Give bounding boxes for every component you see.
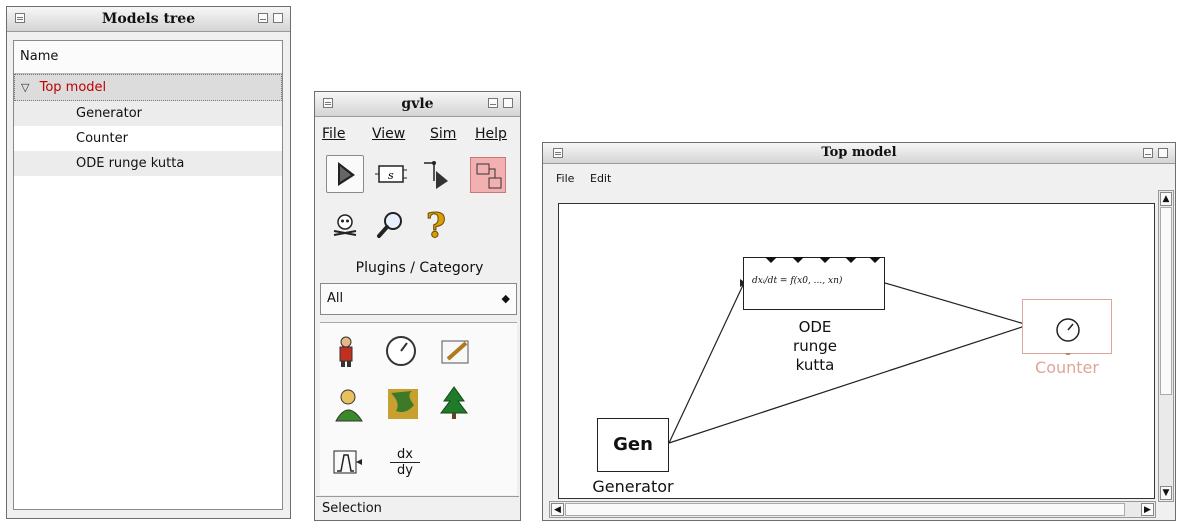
derivative-icon: dx dy [390, 447, 420, 478]
top-model-titlebar[interactable]: Top model [543, 143, 1175, 164]
maximize-icon[interactable] [503, 98, 513, 108]
tree-item-generator[interactable]: Generator [14, 101, 282, 126]
delete-tool-button[interactable] [326, 205, 364, 243]
gvle-menubar: File View Sim Help [322, 126, 517, 146]
menu-sim[interactable]: Sim [430, 126, 456, 142]
coupled-model-tool-button[interactable] [470, 157, 506, 193]
generator-model-label: Generator [592, 477, 674, 496]
models-tree-list: Name ▽ Top model Generator Counter ODE r… [13, 40, 283, 510]
tree-item-label: ODE runge kutta [76, 156, 185, 171]
add-model-tool-button[interactable]: s [372, 155, 410, 193]
ode-model-label: ODE runge kutta [793, 318, 837, 374]
input-ports [765, 257, 881, 263]
skull-icon [333, 214, 357, 236]
horizontal-scrollbar[interactable]: ◀ ▶ [549, 501, 1156, 518]
maximize-icon[interactable] [273, 13, 283, 23]
maximize-icon[interactable] [1158, 148, 1168, 158]
scroll-up-arrow[interactable]: ▲ [1160, 192, 1172, 206]
plugins-category-label: Plugins / Category [355, 260, 484, 276]
menu-view[interactable]: View [372, 126, 405, 142]
category-select-value: All [327, 291, 344, 306]
plugin-palette: dx dy [320, 322, 517, 495]
minimize-icon[interactable] [258, 13, 268, 23]
add-link-tool-button[interactable] [418, 155, 456, 193]
add-link-icon [424, 161, 448, 189]
spinner-arrows-icon[interactable]: ◆ [502, 284, 510, 314]
signal-icon [333, 450, 362, 474]
counter-model-node[interactable] [1022, 299, 1112, 357]
tree-item-counter[interactable]: Counter [14, 126, 282, 151]
horizontal-scroll-thumb[interactable] [565, 503, 1125, 516]
question-icon: ? [426, 206, 447, 247]
tree-item-label: Generator [76, 106, 143, 121]
tree-item-label: Top model [39, 80, 107, 95]
arrow-select-icon [338, 162, 355, 186]
select-tool-button[interactable] [326, 155, 364, 193]
vertical-scroll-thumb[interactable] [1160, 207, 1172, 395]
generator-model-node[interactable]: Gen [597, 418, 669, 472]
scroll-down-arrow[interactable]: ▼ [1160, 486, 1172, 500]
help-tool-button[interactable]: ? [418, 203, 456, 247]
zoom-icon [377, 212, 402, 238]
person-icon [339, 336, 353, 367]
zoom-tool-button[interactable] [372, 205, 410, 243]
scroll-right-arrow[interactable]: ▶ [1141, 503, 1154, 516]
derivative-bottom: dy [397, 463, 413, 478]
farmer-icon [335, 389, 363, 422]
svg-text:s: s [388, 169, 394, 182]
menu-file[interactable]: File [556, 172, 574, 185]
top-model-menubar: File Edit [556, 172, 676, 188]
coupled-model-icon [476, 163, 502, 189]
tree-icon [440, 386, 468, 419]
map-icon [388, 389, 418, 419]
counter-model-label: Counter [1035, 358, 1099, 377]
svg-text:?: ? [426, 206, 446, 243]
clock-icon [386, 336, 416, 366]
menu-file[interactable]: File [322, 126, 345, 142]
ode-model-node[interactable]: dxᵢ/dt = f(x0, ..., xn) [743, 257, 885, 310]
category-select[interactable]: All ◆ [320, 283, 517, 315]
menu-help[interactable]: Help [475, 126, 507, 142]
expander-triangle-icon[interactable]: ▽ [21, 81, 29, 94]
vertical-scrollbar[interactable]: ▲ ▼ [1158, 190, 1174, 502]
notepad-icon [441, 340, 469, 364]
models-tree-titlebar[interactable]: Models tree [7, 7, 290, 32]
gvle-titlebar[interactable]: gvle [315, 92, 520, 117]
minimize-icon[interactable] [488, 98, 498, 108]
minimize-icon[interactable] [1143, 148, 1153, 158]
column-header-name[interactable]: Name [14, 41, 282, 74]
derivative-top: dx [390, 447, 420, 463]
models-tree-title: Models tree [101, 11, 196, 27]
ode-formula: dxᵢ/dt = f(x0, ..., xn) [752, 276, 843, 286]
tree-item-top-model[interactable]: ▽ Top model [14, 74, 282, 101]
tree-item-label: Counter [76, 131, 128, 146]
scroll-left-arrow[interactable]: ◀ [551, 503, 564, 516]
generator-box-label: Gen [613, 434, 653, 455]
status-bar: Selection [316, 496, 519, 520]
add-model-icon: s [375, 165, 407, 183]
tree-item-ode[interactable]: ODE runge kutta [14, 151, 282, 176]
menu-edit[interactable]: Edit [590, 172, 611, 185]
top-model-title: Top model [821, 145, 897, 160]
clock-icon [1056, 318, 1080, 357]
